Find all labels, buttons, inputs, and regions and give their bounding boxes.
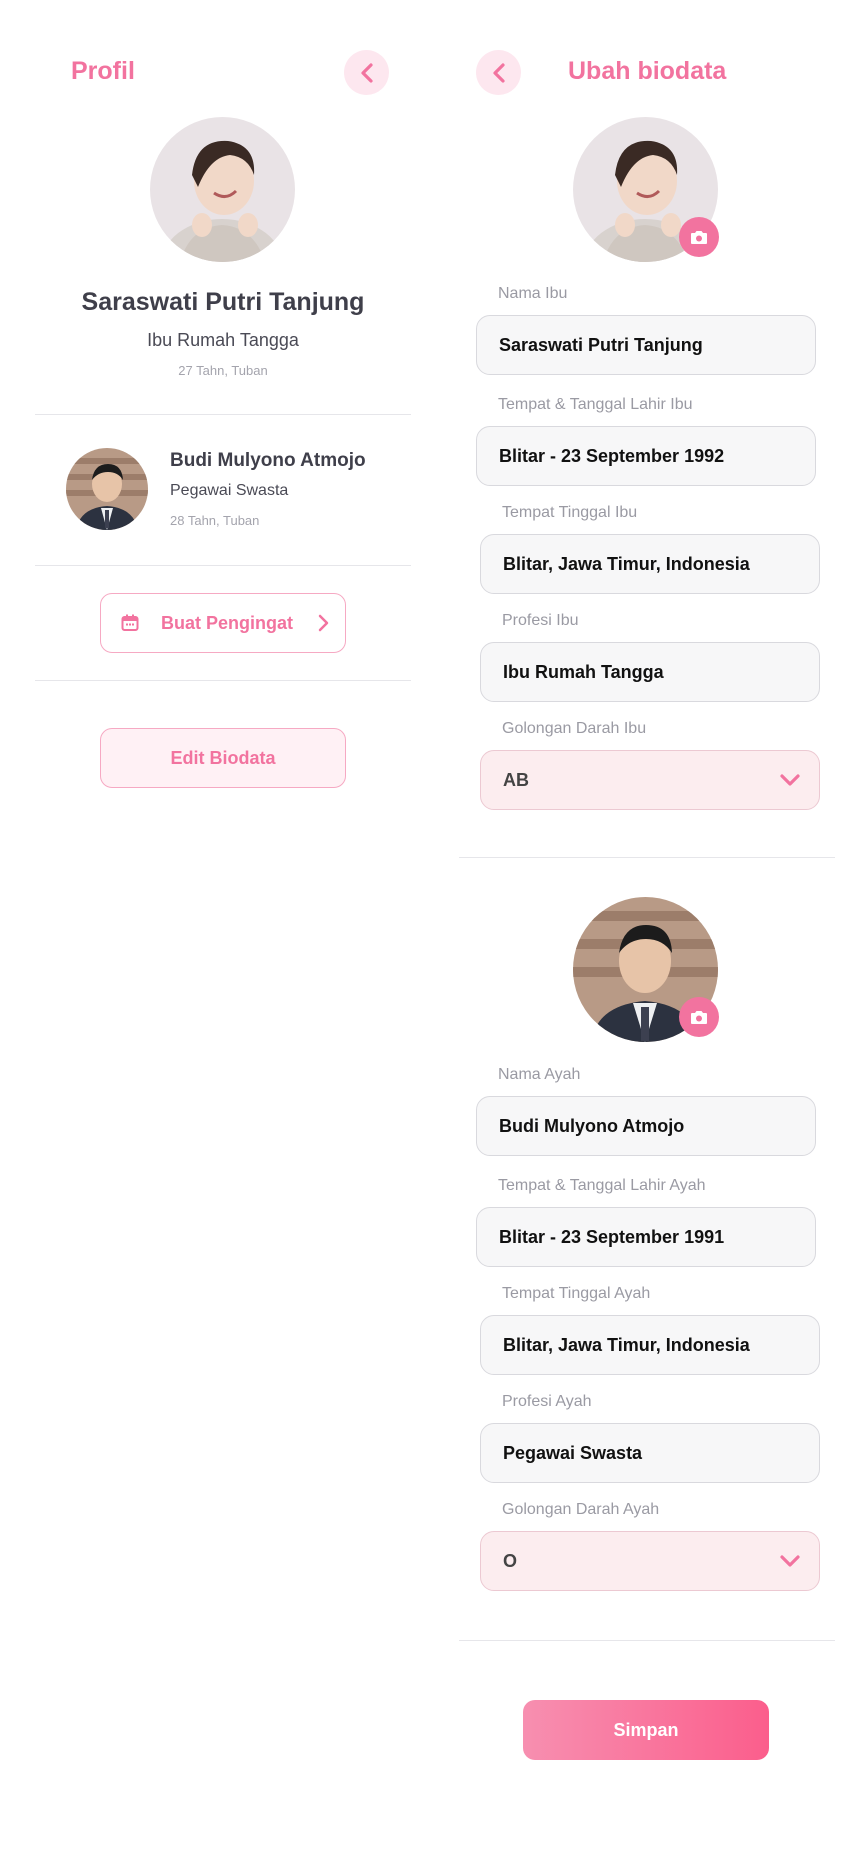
father-job-label: Profesi Ayah bbox=[502, 1393, 592, 1410]
back-button[interactable] bbox=[476, 50, 521, 95]
mother-birth-input[interactable]: Blitar - 23 September 1992 bbox=[476, 426, 816, 486]
mother-job-input[interactable]: Ibu Rumah Tangga bbox=[480, 642, 820, 702]
back-button[interactable] bbox=[344, 50, 389, 95]
profile-panel: Profil Saraswati Putri Tanjung Ibu Rumah… bbox=[0, 0, 434, 1863]
mother-job: Ibu Rumah Tangga bbox=[147, 330, 299, 350]
calendar-icon bbox=[121, 614, 139, 631]
mother-blood-label: Golongan Darah Ibu bbox=[502, 720, 647, 737]
father-birth-input[interactable]: Blitar - 23 September 1991 bbox=[476, 1207, 816, 1267]
page-title: Profil bbox=[71, 57, 135, 85]
mother-address-label: Tempat Tinggal Ibu bbox=[502, 504, 638, 521]
mother-name-label: Nama Ibu bbox=[498, 285, 568, 302]
father-birth-label: Tempat & Tanggal Lahir Ayah bbox=[498, 1177, 706, 1194]
save-button[interactable]: Simpan bbox=[523, 1700, 769, 1760]
father-address-label: Tempat Tinggal Ayah bbox=[502, 1285, 651, 1302]
reminder-button[interactable]: Buat Pengingat bbox=[100, 593, 346, 653]
mother-name: Saraswati Putri Tanjung bbox=[81, 288, 365, 316]
chevron-right-icon bbox=[318, 614, 329, 632]
divider bbox=[35, 565, 411, 566]
change-photo-button[interactable] bbox=[679, 217, 719, 257]
reminder-label: Buat Pengingat bbox=[161, 613, 294, 633]
divider bbox=[459, 1640, 835, 1641]
father-job-input[interactable]: Pegawai Swasta bbox=[480, 1423, 820, 1483]
father-name: Budi Mulyono Atmojo bbox=[170, 450, 366, 471]
divider bbox=[459, 857, 835, 858]
mother-blood-select[interactable]: AB bbox=[480, 750, 820, 810]
father-name-input[interactable]: Budi Mulyono Atmojo bbox=[476, 1096, 816, 1156]
father-avatar bbox=[66, 448, 148, 530]
camera-icon bbox=[691, 230, 707, 244]
chevron-down-icon bbox=[780, 774, 800, 786]
change-photo-button[interactable] bbox=[679, 997, 719, 1037]
mother-age-city: 27 Tahn, Tuban bbox=[178, 363, 268, 378]
father-address-input[interactable]: Blitar, Jawa Timur, Indonesia bbox=[480, 1315, 820, 1375]
mother-blood-value: AB bbox=[503, 769, 529, 790]
page-title: Ubah biodata bbox=[568, 57, 727, 85]
father-blood-value: O bbox=[503, 1550, 518, 1571]
edit-biodata-button[interactable]: Edit Biodata bbox=[100, 728, 346, 788]
father-blood-label: Golongan Darah Ayah bbox=[502, 1501, 660, 1518]
father-name-label: Nama Ayah bbox=[498, 1066, 581, 1083]
father-job: Pegawai Swasta bbox=[170, 482, 289, 499]
chevron-left-icon bbox=[360, 62, 373, 83]
mother-name-input[interactable]: Saraswati Putri Tanjung bbox=[476, 315, 816, 375]
mother-avatar bbox=[150, 117, 295, 262]
mother-birth-label: Tempat & Tanggal Lahir Ibu bbox=[498, 396, 693, 413]
edit-panel: Ubah biodata Nama Ibu Saraswati Putri Ta… bbox=[434, 0, 868, 1863]
father-blood-select[interactable]: O bbox=[480, 1531, 820, 1591]
camera-icon bbox=[691, 1010, 707, 1024]
chevron-left-icon bbox=[492, 62, 505, 83]
father-age-city: 28 Tahn, Tuban bbox=[170, 513, 260, 528]
chevron-down-icon bbox=[780, 1555, 800, 1567]
divider bbox=[35, 414, 411, 415]
mother-address-input[interactable]: Blitar, Jawa Timur, Indonesia bbox=[480, 534, 820, 594]
mother-job-label: Profesi Ibu bbox=[502, 612, 579, 629]
divider bbox=[35, 680, 411, 681]
